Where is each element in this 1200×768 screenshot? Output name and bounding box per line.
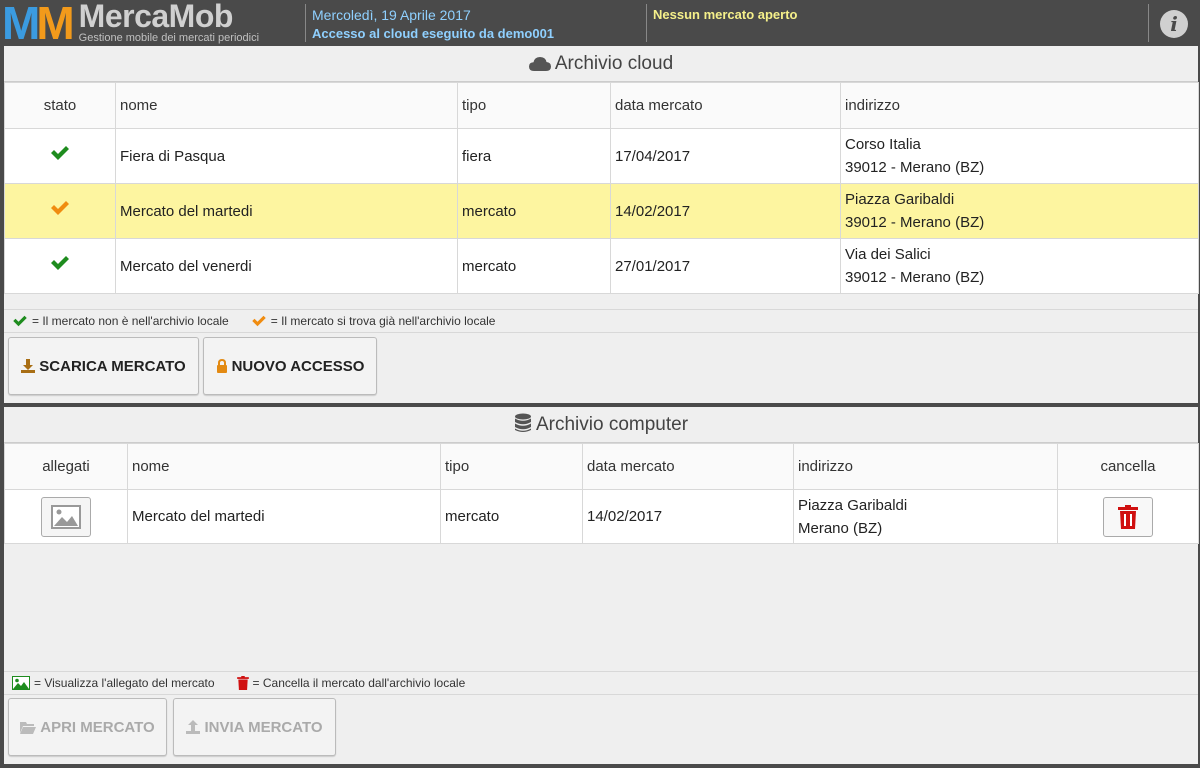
cell-data: 27/01/2017 — [610, 238, 841, 294]
cell-tipo: fiera — [457, 128, 611, 184]
table-row[interactable]: Mercato del martedi mercato 14/02/2017 P… — [4, 183, 1199, 239]
cell-nome: Mercato del martedi — [115, 183, 458, 239]
image-icon — [12, 676, 30, 690]
computer-archive-panel: Archivio computer allegati nome tipo dat… — [4, 407, 1199, 764]
orange-check-icon — [251, 315, 266, 327]
cloud-panel-title: Archivio cloud — [4, 46, 1198, 82]
cell-nome: Mercato del martedi — [127, 489, 441, 544]
cell-data: 17/04/2017 — [610, 128, 841, 184]
cell-data: 14/02/2017 — [610, 183, 841, 239]
green-check-icon — [13, 315, 27, 327]
cell-indirizzo: Piazza Garibaldi Merano (BZ) — [793, 489, 1058, 544]
cell-indirizzo: Piazza Garibaldi 39012 - Merano (BZ) — [840, 183, 1199, 239]
app-logo: MM MercaMob Gestione mobile dei mercati … — [2, 0, 259, 46]
table-row[interactable]: Mercato del venerdi mercato 27/01/2017 V… — [4, 238, 1199, 294]
orange-check-icon — [51, 200, 69, 215]
computer-table: allegati nome tipo data mercato indirizz… — [4, 443, 1199, 544]
cell-tipo: mercato — [457, 238, 611, 294]
header-divider — [1148, 4, 1149, 42]
lock-icon — [216, 359, 227, 373]
legend-green-text: = Il mercato non è nell'archivio locale — [32, 314, 229, 328]
col-header-indirizzo: indirizzo — [840, 82, 1199, 129]
green-check-icon — [51, 255, 69, 270]
header-divider — [305, 4, 306, 42]
col-header-cancella: cancella — [1057, 443, 1199, 490]
delete-button[interactable] — [1103, 496, 1153, 537]
cloud-archive-panel: Archivio cloud stato nome tipo data merc… — [4, 46, 1199, 403]
legend-delete-text: = Cancella il mercato dall'archivio loca… — [252, 676, 466, 690]
cell-nome: Mercato del venerdi — [115, 238, 458, 294]
cell-indirizzo: Corso Italia 39012 - Merano (BZ) — [840, 128, 1199, 184]
cell-indirizzo: Via dei Salici 39012 - Merano (BZ) — [840, 238, 1199, 294]
legend-attachment-text: = Visualizza l'allegato del mercato — [34, 676, 215, 690]
table-row[interactable]: Fiera di Pasqua fiera 17/04/2017 Corso I… — [4, 128, 1199, 184]
cloud-title-text: Archivio cloud — [554, 53, 674, 74]
col-header-allegati: allegati — [4, 443, 128, 490]
send-market-button[interactable]: INVIA MERCATO — [173, 698, 336, 756]
green-check-icon — [51, 145, 69, 160]
cloud-legend: = Il mercato non è nell'archivio locale … — [4, 309, 1198, 333]
download-icon — [21, 359, 36, 373]
current-date: Mercoledì, 19 Aprile 2017 — [312, 7, 471, 23]
new-access-button[interactable]: NUOVO ACCESSO — [203, 337, 377, 395]
col-header-indirizzo: indirizzo — [793, 443, 1058, 490]
open-market-button[interactable]: APRI MERCATO — [8, 698, 167, 756]
cell-tipo: mercato — [440, 489, 583, 544]
computer-title-text: Archivio computer — [535, 414, 689, 435]
header-divider — [646, 4, 647, 42]
legend-orange-text: = Il mercato si trova già nell'archivio … — [270, 314, 496, 328]
cloud-access-status: Accesso al cloud eseguito da demo001 — [312, 26, 555, 41]
market-status: Nessun mercato aperto — [653, 7, 798, 22]
trash-icon — [1118, 504, 1138, 529]
computer-legend: = Visualizza l'allegato del mercato = Ca… — [4, 671, 1198, 695]
logo-title: MercaMob — [78, 0, 234, 34]
database-icon — [514, 413, 531, 432]
app-header: MM MercaMob Gestione mobile dei mercati … — [0, 0, 1200, 46]
upload-icon — [186, 720, 201, 734]
col-header-nome: nome — [115, 82, 458, 129]
col-header-nome: nome — [127, 443, 441, 490]
trash-icon — [236, 676, 249, 690]
table-row[interactable]: Mercato del martedi mercato 14/02/2017 P… — [4, 489, 1199, 544]
col-header-tipo: tipo — [457, 82, 611, 129]
cell-tipo: mercato — [457, 183, 611, 239]
image-icon — [51, 504, 81, 529]
cell-nome: Fiera di Pasqua — [115, 128, 458, 184]
attachment-button[interactable] — [41, 496, 91, 537]
col-header-data: data mercato — [610, 82, 841, 129]
computer-panel-title: Archivio computer — [4, 407, 1198, 443]
cell-data: 14/02/2017 — [582, 489, 794, 544]
cloud-table: stato nome tipo data mercato indirizzo F… — [4, 82, 1199, 294]
folder-open-icon — [20, 721, 37, 734]
col-header-data: data mercato — [582, 443, 794, 490]
download-market-button[interactable]: SCARICA MERCATO — [8, 337, 199, 395]
logo-mark: MM — [2, 0, 75, 49]
col-header-tipo: tipo — [440, 443, 583, 490]
col-header-stato: stato — [4, 82, 116, 129]
logo-subtitle: Gestione mobile dei mercati periodici — [78, 32, 260, 44]
info-icon[interactable]: i — [1160, 10, 1188, 38]
cloud-icon — [528, 57, 551, 71]
